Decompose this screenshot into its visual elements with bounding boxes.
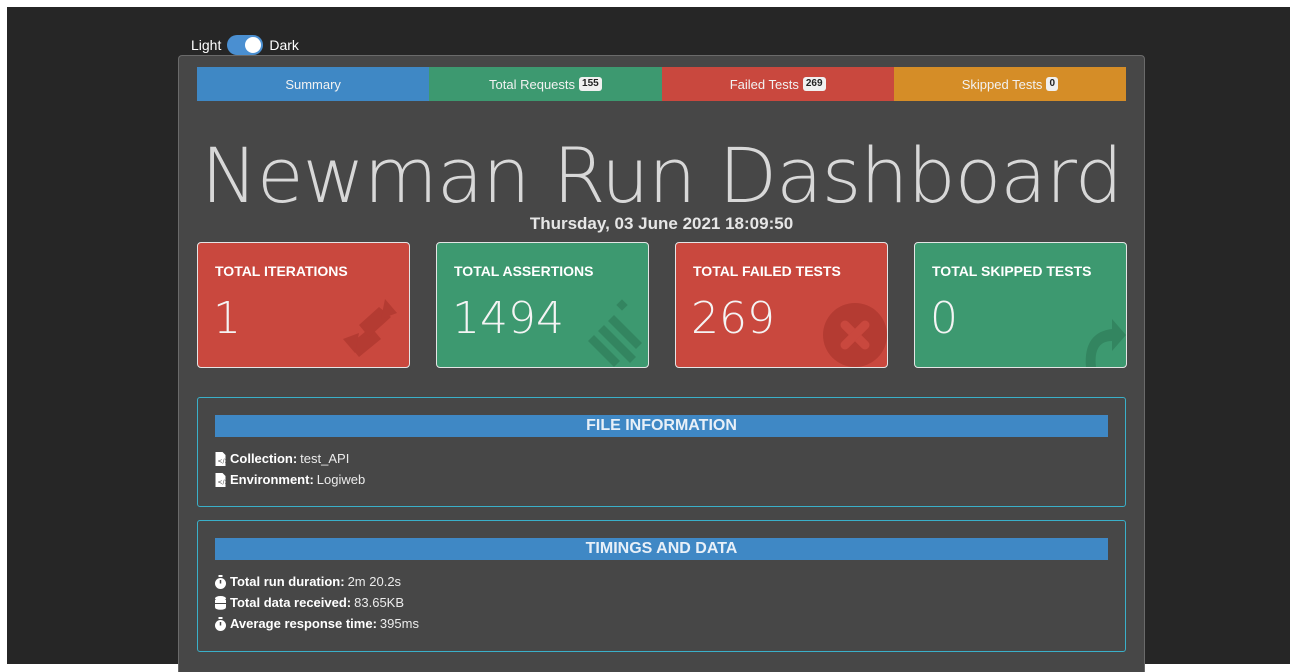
dark-label: Dark [269,37,299,53]
run-date: Thursday, 03 June 2021 18:09:50 [529,214,794,233]
timings-and-data-section: TIMINGS AND DATA Total run duration: 2m … [197,520,1126,652]
timings-rows: Total run duration: 2m 20.2s Total data … [214,571,419,634]
database-icon [215,595,226,610]
switch-knob [245,37,262,53]
page-title: Newman Run Dashboard [201,131,1123,220]
tab-summary[interactable]: Summary [197,67,430,101]
timings-and-data-header: TIMINGS AND DATA [215,538,1108,560]
tab-failed-tests[interactable]: Failed Tests 269 [661,67,894,101]
collection-row: </> Collection: test_API [214,448,365,469]
card-label: TOTAL ASSERTIONS [454,263,594,279]
data-received-value: 83.65KB [354,595,405,610]
card-total-failed-tests: TOTAL FAILED TESTS 269 [675,242,888,368]
file-code-icon: </> [215,472,228,487]
data-received-label: Total data received: [230,595,352,610]
avg-response-value: 395ms [379,616,419,631]
tab-total-requests[interactable]: Total Requests 155 [429,67,662,101]
skipped-tests-badge: 0 [1046,77,1058,91]
light-label: Light [191,37,222,53]
environment-row: </> Environment: Logiweb [214,469,365,490]
stat-cards: TOTAL ITERATIONS 1 TOTAL ASSERTIONS 1494 [197,242,1127,368]
tab-total-requests-label: Total Requests [489,76,576,92]
card-label: TOTAL ITERATIONS [215,263,348,279]
sync-icon [343,299,397,357]
tab-bar: Summary Total Requests 155 Failed Tests … [197,67,1126,101]
tab-summary-label: Summary [285,76,341,92]
card-label: TOTAL SKIPPED TESTS [932,263,1092,279]
times-circle-icon [823,303,887,367]
card-value: 0 [930,293,958,344]
environment-value: Logiweb [316,472,366,487]
list-check-icon [588,299,642,367]
environment-label: Environment: [230,472,314,487]
svg-text:</>: </> [218,458,228,465]
svg-text:</>: </> [218,479,228,486]
stopwatch-icon [215,574,226,589]
data-received-row: Total data received: 83.65KB [214,592,419,613]
collection-value: test_API [300,451,350,466]
collection-label: Collection: [230,451,298,466]
failed-tests-badge: 269 [802,77,826,91]
dashboard-panel: Summary Total Requests 155 Failed Tests … [178,55,1145,672]
card-value: 1 [213,293,241,344]
share-arrow-icon [1085,319,1126,367]
file-code-icon: </> [215,451,228,466]
card-total-skipped-tests: TOTAL SKIPPED TESTS 0 [914,242,1127,368]
run-duration-label: Total run duration: [230,574,345,589]
tab-skipped-tests-label: Skipped Tests [961,76,1043,92]
tab-failed-tests-label: Failed Tests [729,76,799,92]
file-information-section: FILE INFORMATION </> Collection: test_AP… [197,397,1126,507]
theme-switch[interactable] [227,35,264,55]
file-information-rows: </> Collection: test_API </> Environment… [214,448,365,490]
card-value: 269 [691,293,775,344]
file-information-header: FILE INFORMATION [215,415,1108,437]
stopwatch-icon [215,616,226,631]
card-label: TOTAL FAILED TESTS [693,263,841,279]
run-duration-row: Total run duration: 2m 20.2s [214,571,419,592]
page-background: Light Dark Summary Total Requests 155 Fa… [7,7,1290,672]
tab-skipped-tests[interactable]: Skipped Tests 0 [893,67,1126,101]
card-value: 1494 [452,293,564,344]
card-total-iterations: TOTAL ITERATIONS 1 [197,242,410,368]
total-requests-badge: 155 [579,77,602,91]
avg-response-row: Average response time: 395ms [214,613,419,634]
avg-response-label: Average response time: [230,616,377,631]
card-total-assertions: TOTAL ASSERTIONS 1494 [436,242,649,368]
run-duration-value: 2m 20.2s [347,574,402,589]
